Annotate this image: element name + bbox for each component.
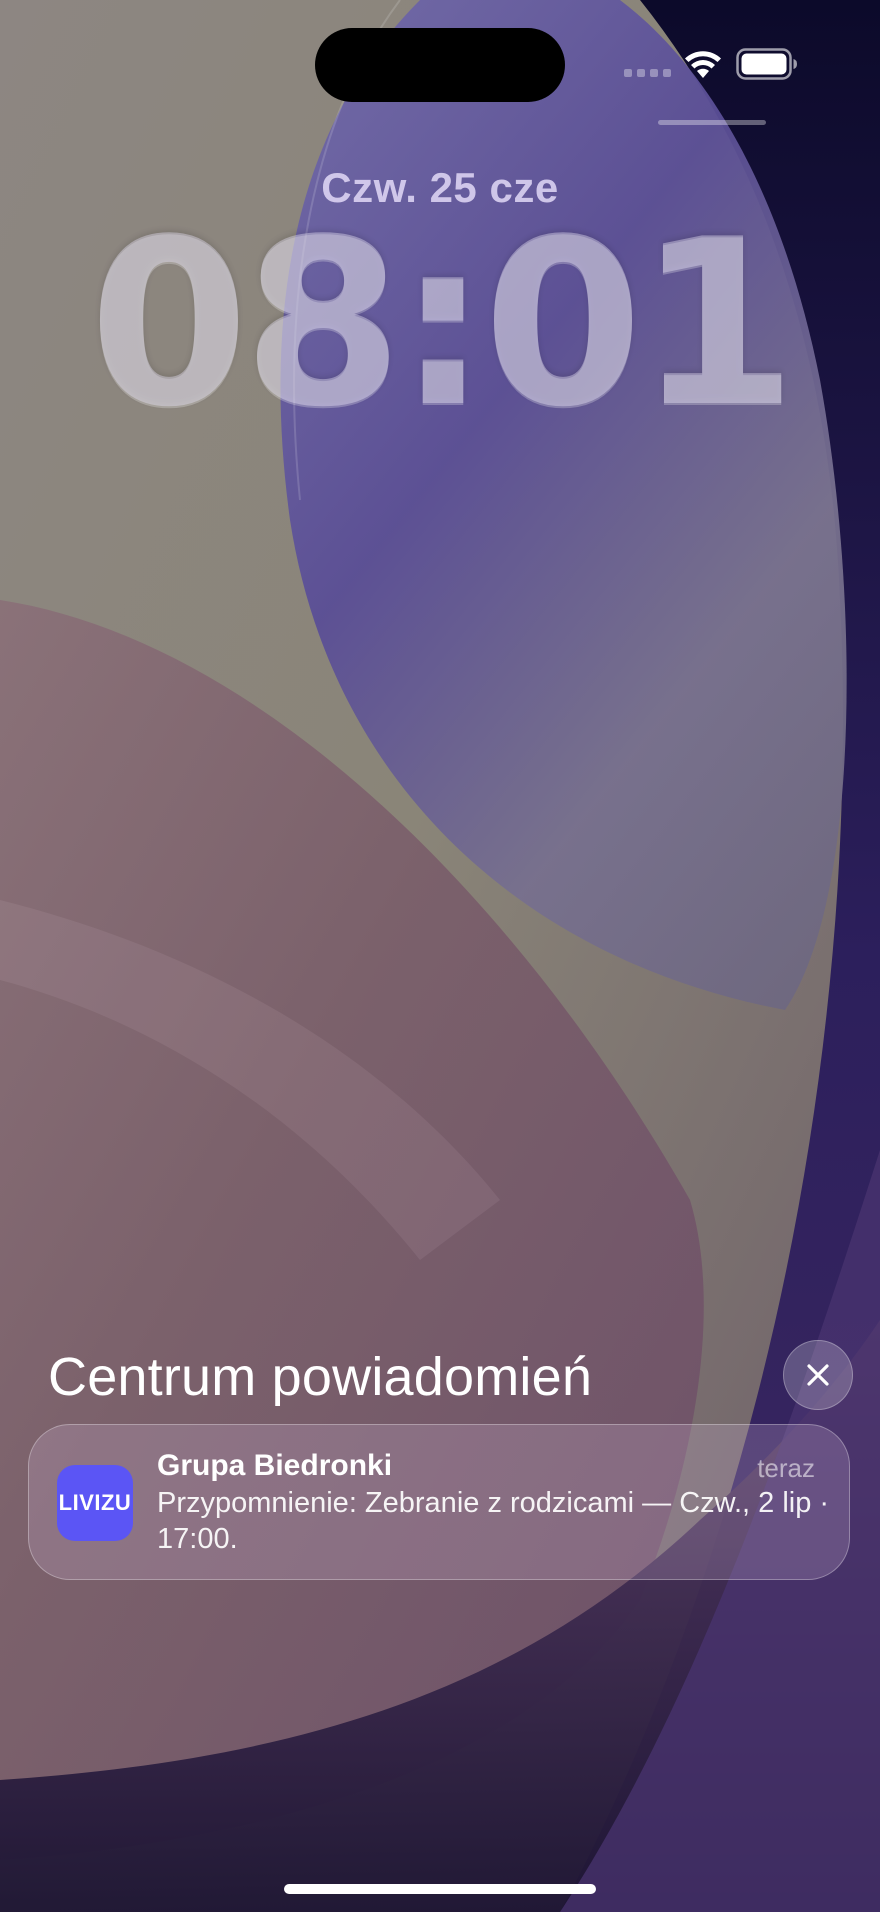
notification-time: teraz [757,1453,815,1483]
dynamic-island [315,28,565,102]
clear-notifications-button[interactable] [783,1340,853,1410]
lock-screen: Czw. 25 cze 08:01 Centrum powiadomień LI… [0,0,880,1912]
lock-time: 08:01 [88,191,797,458]
wifi-icon [685,51,721,78]
signal-icon [624,69,671,77]
close-icon [807,1364,829,1386]
notification-center-title: Centrum powiadomień [48,1347,593,1407]
app-icon: LIVIZU [57,1465,133,1541]
notification-card[interactable]: LIVIZU Grupa Biedronki teraz Przypomnien… [28,1424,850,1580]
notification-sender: Grupa Biedronki [157,1449,393,1482]
battery-icon [736,48,797,80]
app-icon-logo: LIVIZU [58,1490,132,1515]
home-indicator[interactable] [284,1884,596,1894]
notification-body: Przypomnienie: Zebranie z rodzicami — Cz… [157,1487,830,1555]
top-handle[interactable] [658,120,766,125]
